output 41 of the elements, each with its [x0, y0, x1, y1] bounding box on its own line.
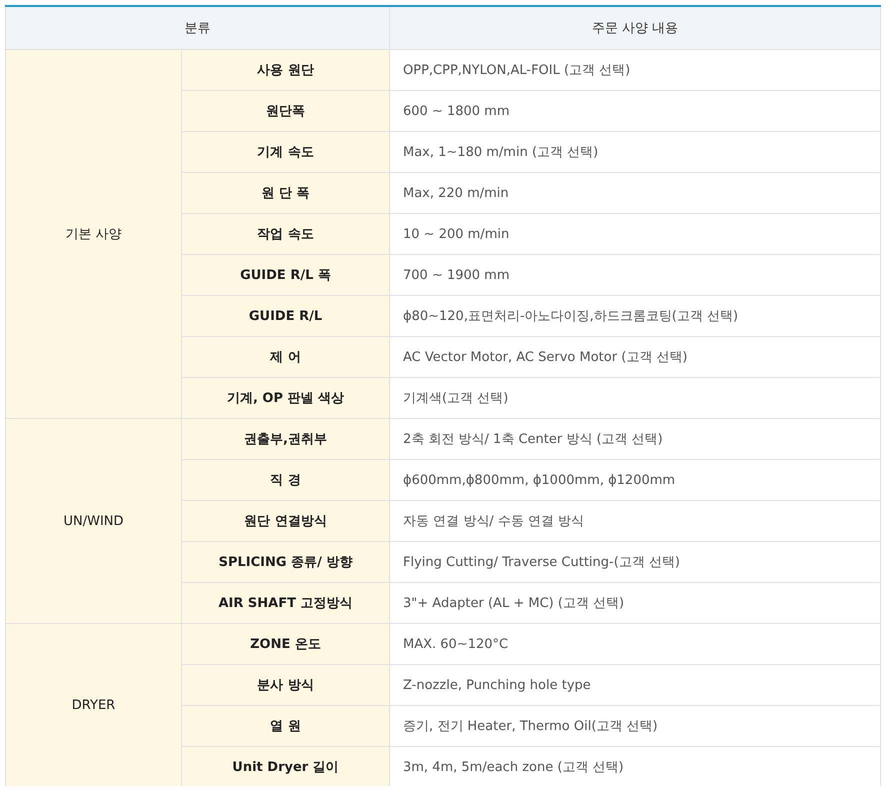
group-cell: UN/WIND: [6, 418, 182, 624]
value-cell: AC Vector Motor, AC Servo Motor (고객 선택): [390, 336, 880, 378]
label-cell: 분사 방식: [182, 664, 390, 706]
value-cell: Max, 1~180 m/min (고객 선택): [390, 132, 880, 172]
value-cell: 3"+ Adapter (AL + MC) (고객 선택): [390, 582, 880, 624]
label-cell: 기계, OP 판넬 색상: [182, 378, 390, 418]
column-header: 분류: [6, 6, 390, 50]
label-cell: 기계 속도: [182, 132, 390, 172]
value-cell: 10 ~ 200 m/min: [390, 214, 880, 254]
value-cell: MAX. 60~120°C: [390, 624, 880, 664]
value-cell: ϕ600mm,ϕ800mm, ϕ1000mm, ϕ1200mm: [390, 460, 880, 500]
label-cell: 사용 원단: [182, 50, 390, 90]
label-cell: SPLICING 종류/ 방향: [182, 542, 390, 582]
value-cell: 3m, 4m, 5m/each zone (고객 선택): [390, 746, 880, 786]
value-cell: 600 ~ 1800 mm: [390, 90, 880, 132]
label-cell: Unit Dryer 길이: [182, 746, 390, 786]
value-cell: 700 ~ 1900 mm: [390, 254, 880, 296]
value-cell: 자동 연결 방식/ 수동 연결 방식: [390, 500, 880, 542]
label-cell: 제 어: [182, 336, 390, 378]
value-cell: 2축 회전 방식/ 1축 Center 방식 (고객 선택): [390, 418, 880, 460]
label-cell: 원단 연결방식: [182, 500, 390, 542]
label-cell: GUIDE R/L 폭: [182, 254, 390, 296]
label-cell: 열 원: [182, 706, 390, 746]
label-cell: 권출부,권취부: [182, 418, 390, 460]
label-cell: ZONE 온도: [182, 624, 390, 664]
value-cell: ϕ80~120,표면처리-아노다이징,하드크롬코팅(고객 선택): [390, 296, 880, 336]
value-cell: OPP,CPP,NYLON,AL-FOIL (고객 선택): [390, 50, 880, 90]
label-cell: 원 단 폭: [182, 172, 390, 214]
group-cell: 기본 사양: [6, 50, 182, 418]
label-cell: GUIDE R/L: [182, 296, 390, 336]
value-cell: 증기, 전기 Heater, Thermo Oil(고객 선택): [390, 706, 880, 746]
value-cell: 기계색(고객 선택): [390, 378, 880, 418]
label-cell: AIR SHAFT 고정방식: [182, 582, 390, 624]
value-cell: Z-nozzle, Punching hole type: [390, 664, 880, 706]
value-cell: Flying Cutting/ Traverse Cutting-(고객 선택): [390, 542, 880, 582]
label-cell: 작업 속도: [182, 214, 390, 254]
column-header: 주문 사양 내용: [390, 6, 880, 50]
value-cell: Max, 220 m/min: [390, 172, 880, 214]
group-cell: DRYER: [6, 624, 182, 786]
label-cell: 원단폭: [182, 90, 390, 132]
label-cell: 직 경: [182, 460, 390, 500]
